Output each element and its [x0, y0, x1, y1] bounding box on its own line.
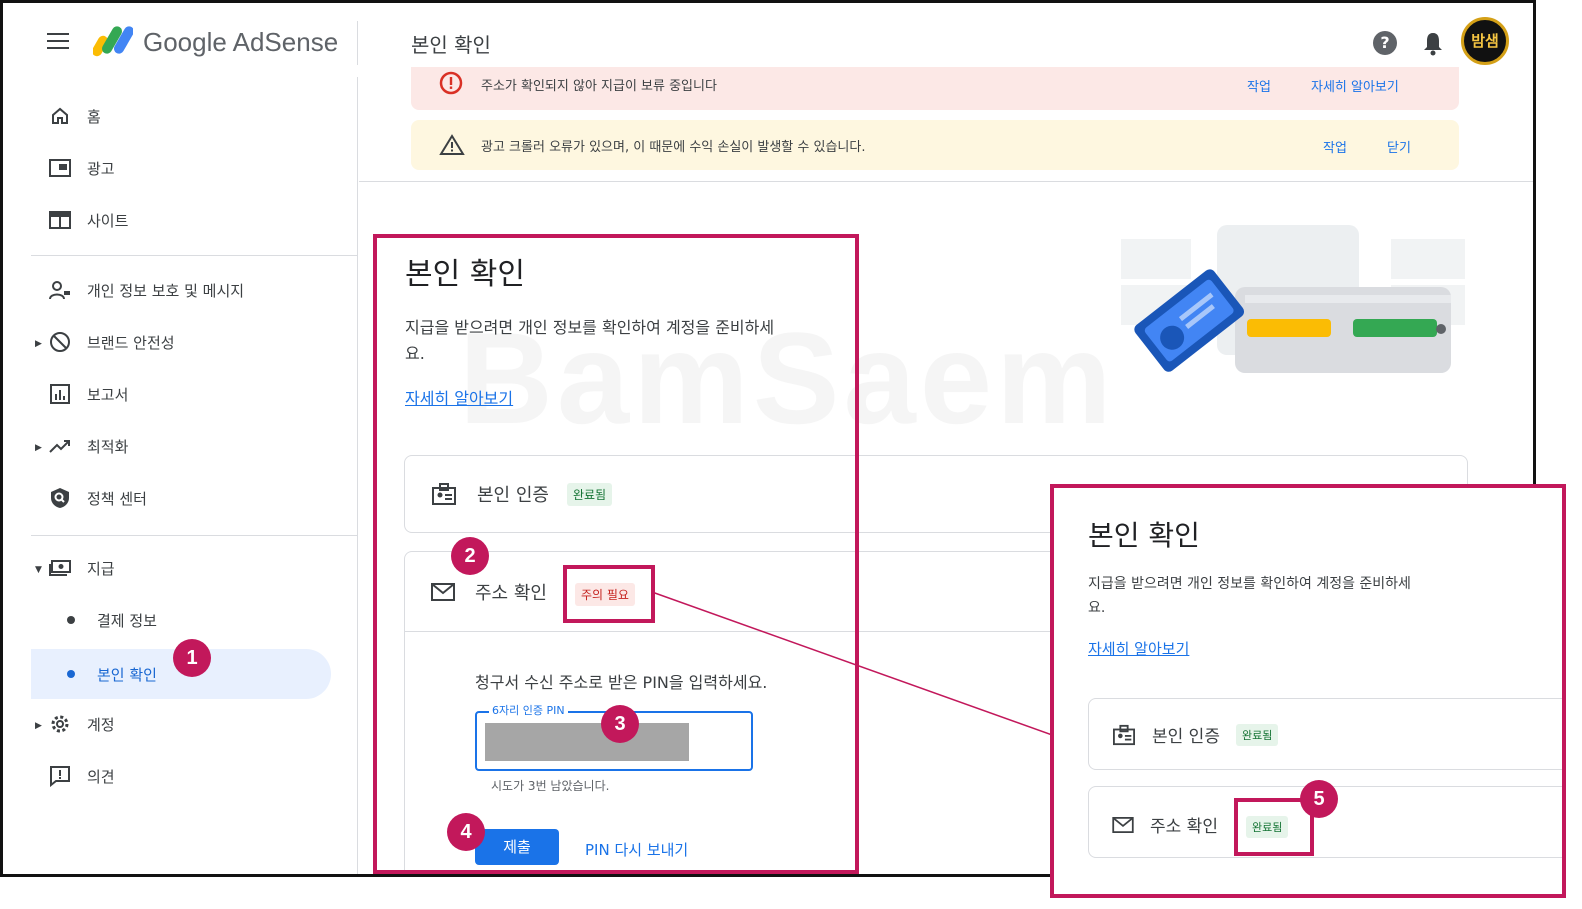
inset-result-panel: 본인 확인 지급을 받으려면 개인 정보를 확인하여 계정을 준비하세 요. 자… — [1050, 484, 1566, 898]
section-description-line: 지급을 받으려면 개인 정보를 확인하여 계정을 준비하세 — [1088, 576, 1411, 592]
step-marker: 5 — [1300, 780, 1338, 818]
mail-icon — [1112, 816, 1134, 833]
id-verification-label: 본인 인증 — [1152, 727, 1220, 747]
badge-id-icon — [1113, 724, 1135, 745]
id-verification-row: 본인 인증 완료됨 — [1112, 722, 1279, 747]
section-title: 본인 확인 — [1088, 519, 1200, 552]
address-verification-row: 주소 확인 — [1112, 812, 1218, 837]
section-description-line: 요. — [1088, 600, 1106, 616]
learn-more-link[interactable]: 자세히 알아보기 — [1088, 638, 1189, 659]
status-badge: 완료됨 — [1235, 723, 1279, 746]
address-verification-label: 주소 확인 — [1150, 817, 1218, 837]
